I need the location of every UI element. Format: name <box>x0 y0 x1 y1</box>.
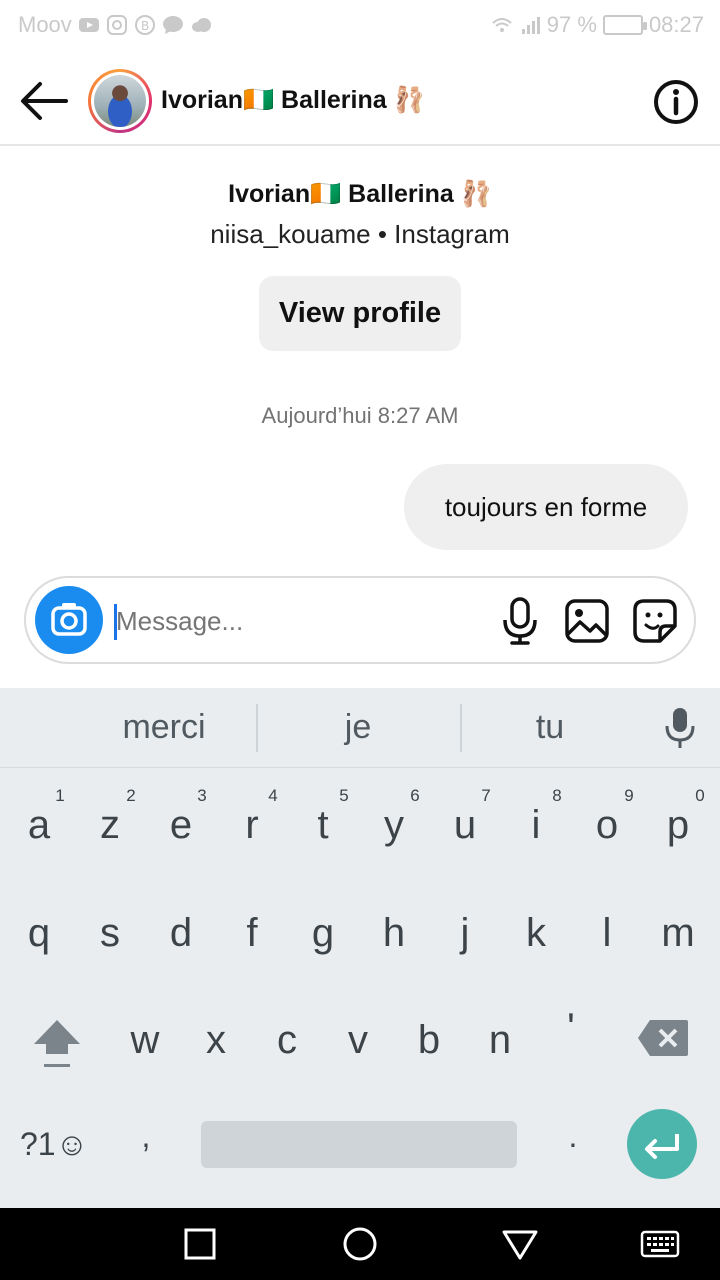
key-i[interactable]: i <box>506 803 566 848</box>
profile-name: Ivorian🇨🇮 Ballerina 🩰 <box>228 180 492 208</box>
camera-button[interactable] <box>35 586 103 654</box>
status-right: 97 % 08:27 <box>491 12 704 38</box>
header-title[interactable]: Ivorian🇨🇮 Ballerina 🩰 <box>161 86 425 115</box>
key-y[interactable]: y <box>364 803 424 848</box>
key-u[interactable]: u <box>435 803 495 848</box>
message-composer <box>24 576 696 664</box>
key-h[interactable]: h <box>364 911 424 956</box>
svg-text:B: B <box>141 19 149 33</box>
key-d[interactable]: d <box>151 911 211 956</box>
key-c[interactable]: c <box>257 1018 317 1063</box>
key-g[interactable]: g <box>293 911 353 956</box>
text-caret <box>114 604 117 640</box>
carrier-label: Moov <box>18 12 72 37</box>
key-k[interactable]: k <box>506 911 566 956</box>
key-a[interactable]: a <box>9 803 69 848</box>
symbols-key[interactable]: ?1☺ <box>20 1126 88 1163</box>
key-q[interactable]: q <box>9 911 69 956</box>
system-nav-bar <box>0 1208 720 1280</box>
cloud-icon <box>191 18 211 32</box>
clock: 08:27 <box>648 12 704 37</box>
key-f[interactable]: f <box>222 911 282 956</box>
suggestion-bar: merci je tu <box>0 688 720 768</box>
key-s[interactable]: s <box>80 911 140 956</box>
soft-keyboard: merci je tu 1 2 3 4 5 6 7 8 9 0 a z e r … <box>0 688 720 1208</box>
instagram-icon <box>106 15 127 35</box>
key-period[interactable]: . <box>543 1118 603 1155</box>
key-w[interactable]: w <box>115 1018 175 1063</box>
keyboard-switch-icon[interactable] <box>640 1226 680 1262</box>
back-arrow-icon[interactable] <box>18 78 70 124</box>
key-x[interactable]: x <box>186 1018 246 1063</box>
avatar[interactable] <box>88 69 152 133</box>
view-profile-button[interactable]: View profile <box>259 276 461 351</box>
sticker-icon[interactable] <box>632 598 678 644</box>
key-p[interactable]: p <box>648 803 708 848</box>
key-comma[interactable]: , <box>116 1118 176 1155</box>
key-l[interactable]: l <box>577 911 637 956</box>
suggestion-2[interactable]: je <box>258 708 458 747</box>
sent-message-bubble[interactable]: toujours en forme <box>404 464 688 550</box>
suggestion-1[interactable]: merci <box>64 708 264 747</box>
recents-square-icon[interactable] <box>180 1226 220 1262</box>
key-o[interactable]: o <box>577 803 637 848</box>
key-apostrophe[interactable]: ' <box>541 1006 601 1051</box>
key-v[interactable]: v <box>328 1018 388 1063</box>
chat-header: Ivorian🇨🇮 Ballerina 🩰 <box>0 50 720 146</box>
info-icon[interactable] <box>652 78 700 126</box>
message-timestamp: Aujourd’hui 8:27 AM <box>261 403 459 428</box>
space-bar[interactable] <box>201 1121 517 1168</box>
voice-input-icon[interactable] <box>662 706 698 750</box>
bitcoin-icon: B <box>134 15 155 35</box>
status-bar: Moov B 97 % 08:27 <box>0 0 720 50</box>
key-n[interactable]: n <box>470 1018 530 1063</box>
avatar-ring <box>91 72 149 130</box>
wifi-icon <box>492 18 512 32</box>
youtube-icon <box>78 18 99 32</box>
key-m[interactable]: m <box>648 911 708 956</box>
suggestion-3[interactable]: tu <box>450 708 650 747</box>
chat-icon <box>162 16 183 34</box>
shift-icon[interactable] <box>30 1018 84 1070</box>
signal-icon <box>521 17 540 34</box>
gallery-icon[interactable] <box>564 598 610 644</box>
enter-arrow-icon <box>645 1134 679 1159</box>
back-triangle-icon[interactable] <box>500 1226 540 1262</box>
battery-icon <box>602 15 647 35</box>
key-j[interactable]: j <box>435 911 495 956</box>
key-e[interactable]: e <box>151 803 211 848</box>
key-t[interactable]: t <box>293 803 353 848</box>
key-b[interactable]: b <box>399 1018 459 1063</box>
message-input[interactable] <box>114 600 494 642</box>
camera-icon <box>51 603 87 636</box>
avatar-image <box>94 75 146 127</box>
microphone-icon[interactable] <box>500 596 540 646</box>
key-z[interactable]: z <box>80 803 140 848</box>
status-left: Moov B <box>18 12 212 38</box>
enter-key[interactable] <box>627 1109 697 1179</box>
backspace-icon[interactable] <box>636 1018 690 1058</box>
key-r[interactable]: r <box>222 803 282 848</box>
battery-percent: 97 % <box>546 12 597 37</box>
home-circle-icon[interactable] <box>340 1226 380 1262</box>
profile-subtitle: niisa_kouame • Instagram <box>210 219 510 249</box>
